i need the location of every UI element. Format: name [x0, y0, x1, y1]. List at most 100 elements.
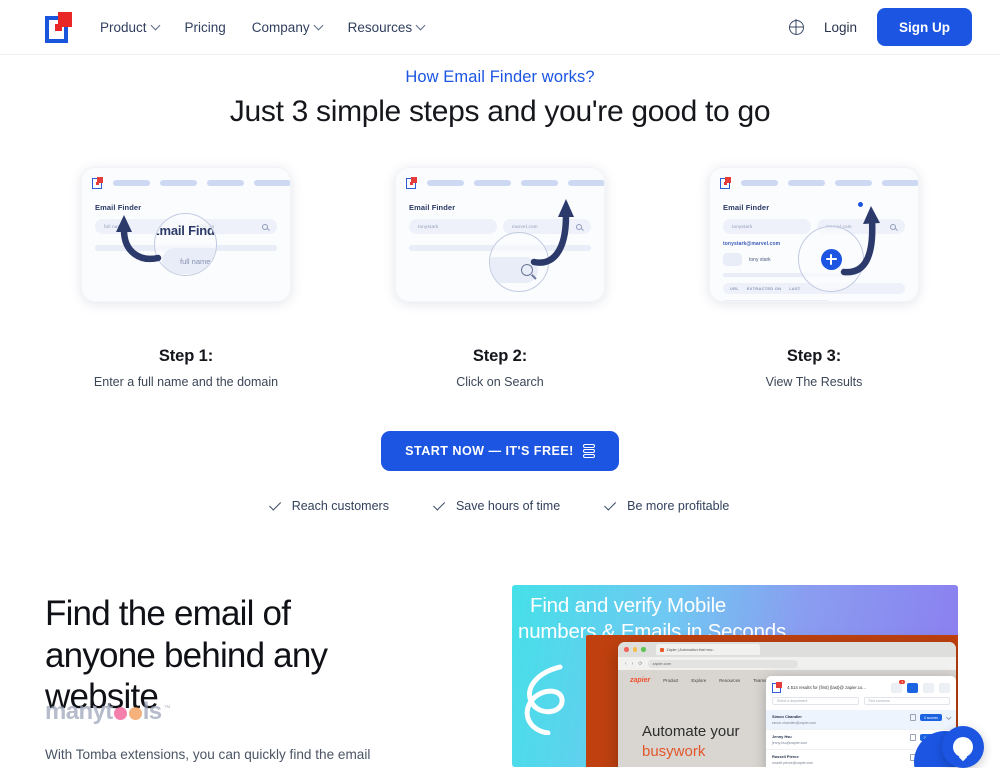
copy-icon[interactable] — [910, 734, 917, 741]
popup-filters: Select a department Find someone — [766, 697, 956, 710]
nav-item-resources-label: Resources — [347, 19, 413, 35]
decorative-swoosh — [524, 664, 565, 735]
chevron-down-icon — [313, 20, 324, 30]
result-name: Jenny Hsu — [772, 734, 792, 739]
settings-icon[interactable] — [923, 682, 934, 693]
section-eyebrow: How Email Finder works? — [405, 68, 595, 86]
sources-button[interactable]: 0 sources — [920, 714, 942, 721]
mockup-logo-icon — [92, 177, 103, 189]
favicon-icon — [659, 647, 664, 652]
benefits-list: Reach customers Save hours of time Be mo… — [0, 498, 1000, 513]
mockup-topbar — [710, 168, 918, 189]
browser-viewport: zapier Product Explore Resources Teams A… — [618, 670, 956, 767]
export-icon[interactable] — [891, 682, 902, 693]
benefit-item: Be more profitable — [604, 498, 730, 513]
benefit-label: Save hours of time — [455, 499, 561, 513]
nav-item-company-label: Company — [251, 19, 310, 35]
step-1-title: Step 1: — [158, 347, 214, 365]
nav-item-product[interactable]: Product — [100, 19, 160, 35]
start-now-label: START NOW — IT'S FREE! — [405, 444, 574, 458]
mockup-fullname-field: tonystark — [409, 219, 497, 234]
minimize-icon — [632, 647, 637, 652]
gear-icon[interactable] — [939, 682, 950, 693]
back-icon: ‹ — [625, 660, 627, 667]
feature-section: Find the email of anyone behind any webs… — [0, 585, 1000, 767]
tomba-logo[interactable] — [45, 11, 72, 43]
forward-icon: › — [631, 660, 634, 667]
primary-nav: Product Pricing Company Resources — [100, 19, 426, 35]
nav-item-pricing-label: Pricing — [184, 19, 226, 35]
pointer-arrow-3 — [840, 206, 880, 276]
nav-actions: Login Sign Up — [788, 8, 972, 46]
feature-text-column: Find the email of anyone behind any webs… — [0, 585, 512, 765]
nav-item-company[interactable]: Company — [251, 19, 324, 35]
benefit-item: Reach customers — [268, 498, 389, 513]
nav-item-product-label: Product — [100, 19, 147, 35]
step-3-title: Step 3: — [786, 347, 842, 365]
browser-url: zapier.com — [647, 659, 798, 668]
browser-mockup: Zapier | Automation that mov... ‹ › ⟳ za… — [618, 642, 956, 767]
zapier-nav-resources: Resources — [719, 678, 741, 683]
feature-subtitle: With Tomba extensions, you can quickly f… — [45, 746, 371, 762]
mockup-fullname-field: tonystark — [723, 219, 811, 234]
nav-item-resources[interactable]: Resources — [347, 19, 426, 35]
search-icon[interactable] — [907, 682, 918, 693]
popup-header: 4,514 results for {first} {last}@ zapier… — [766, 676, 956, 697]
feature-promo-image: Find and verify Mobile numbers & Emails … — [512, 585, 958, 767]
result-name: Simon Chandler — [772, 714, 802, 719]
magnified-title-1: Email Finder — [154, 223, 216, 238]
magnifier-circle-1: Email Finder full name — [154, 213, 217, 276]
cta-container: START NOW — IT'S FREE! — [0, 431, 1000, 471]
search-icon — [262, 223, 268, 230]
chat-widget-button[interactable] — [942, 726, 984, 768]
result-email: russell.pierce@zapier.com — [772, 761, 814, 765]
result-actions: 0 sources — [910, 713, 952, 721]
manytools-watermark: manyt ls ™ — [45, 698, 171, 726]
chevron-down-icon — [150, 20, 160, 30]
department-filter[interactable]: Select a department — [772, 697, 859, 705]
result-person-name: tony stark — [749, 256, 771, 263]
globe-icon[interactable] — [788, 19, 804, 35]
browser-tab: Zapier | Automation that mov... — [655, 644, 760, 655]
tomba-logo — [772, 682, 782, 693]
search-icon — [890, 223, 896, 230]
zapier-logo: zapier — [630, 677, 651, 684]
benefit-item: Save hours of time — [433, 498, 561, 513]
nav-item-pricing[interactable]: Pricing — [185, 20, 226, 35]
step-card-3: Email Finder tonystark marvel.com tonyst… — [709, 167, 919, 389]
check-icon — [268, 498, 281, 511]
avatar — [723, 253, 742, 266]
step-3-mockup: Email Finder tonystark marvel.com tonyst… — [709, 167, 919, 302]
watermark-dot-orange — [128, 707, 142, 720]
result-email: simon.chandler@zapier.com — [772, 721, 817, 725]
table-col-extracted: EXTRACTED ON — [746, 286, 782, 291]
zapier-nav-product: Product — [663, 678, 679, 683]
signup-button[interactable]: Sign Up — [877, 8, 972, 46]
zapier-nav-explore: Explore — [691, 678, 707, 683]
promo-headline-line1: Find and verify Mobile — [530, 594, 727, 617]
mockup-topbar — [396, 168, 604, 189]
page-title: Just 3 simple steps and you're good to g… — [229, 95, 771, 128]
popup-badge-wrap: 4 — [891, 679, 905, 693]
popup-title: 4,514 results for {first} {last}@ zapier… — [787, 685, 866, 690]
chat-bubble-icon — [953, 737, 973, 757]
copy-icon[interactable] — [910, 714, 917, 721]
step-2-subtitle: Click on Search — [456, 375, 544, 389]
benefit-label: Be more profitable — [627, 499, 730, 513]
database-icon — [582, 444, 595, 458]
login-link[interactable]: Login — [824, 20, 857, 35]
pointer-arrow-1 — [116, 215, 162, 263]
watermark-pre: manyt — [45, 698, 113, 725]
step-2-title: Step 2: — [472, 347, 528, 365]
table-col-url: URL — [730, 286, 739, 291]
magnified-field-1: full name — [162, 248, 216, 274]
step-1-mockup: Email Finder full name domain Email Find… — [81, 167, 291, 302]
mockup-title-1: Email Finder — [95, 203, 142, 212]
result-rows-placeholder — [723, 300, 905, 301]
step-3-subtitle: View The Results — [765, 375, 863, 389]
chevron-down-icon[interactable] — [945, 713, 952, 720]
popup-result-row[interactable]: Simon Chandler simon.chandler@zapier.com… — [766, 710, 956, 730]
start-now-button[interactable]: START NOW — IT'S FREE! — [381, 431, 619, 471]
popup-badge-count: 4 — [899, 679, 905, 684]
person-filter[interactable]: Find someone — [863, 697, 950, 705]
